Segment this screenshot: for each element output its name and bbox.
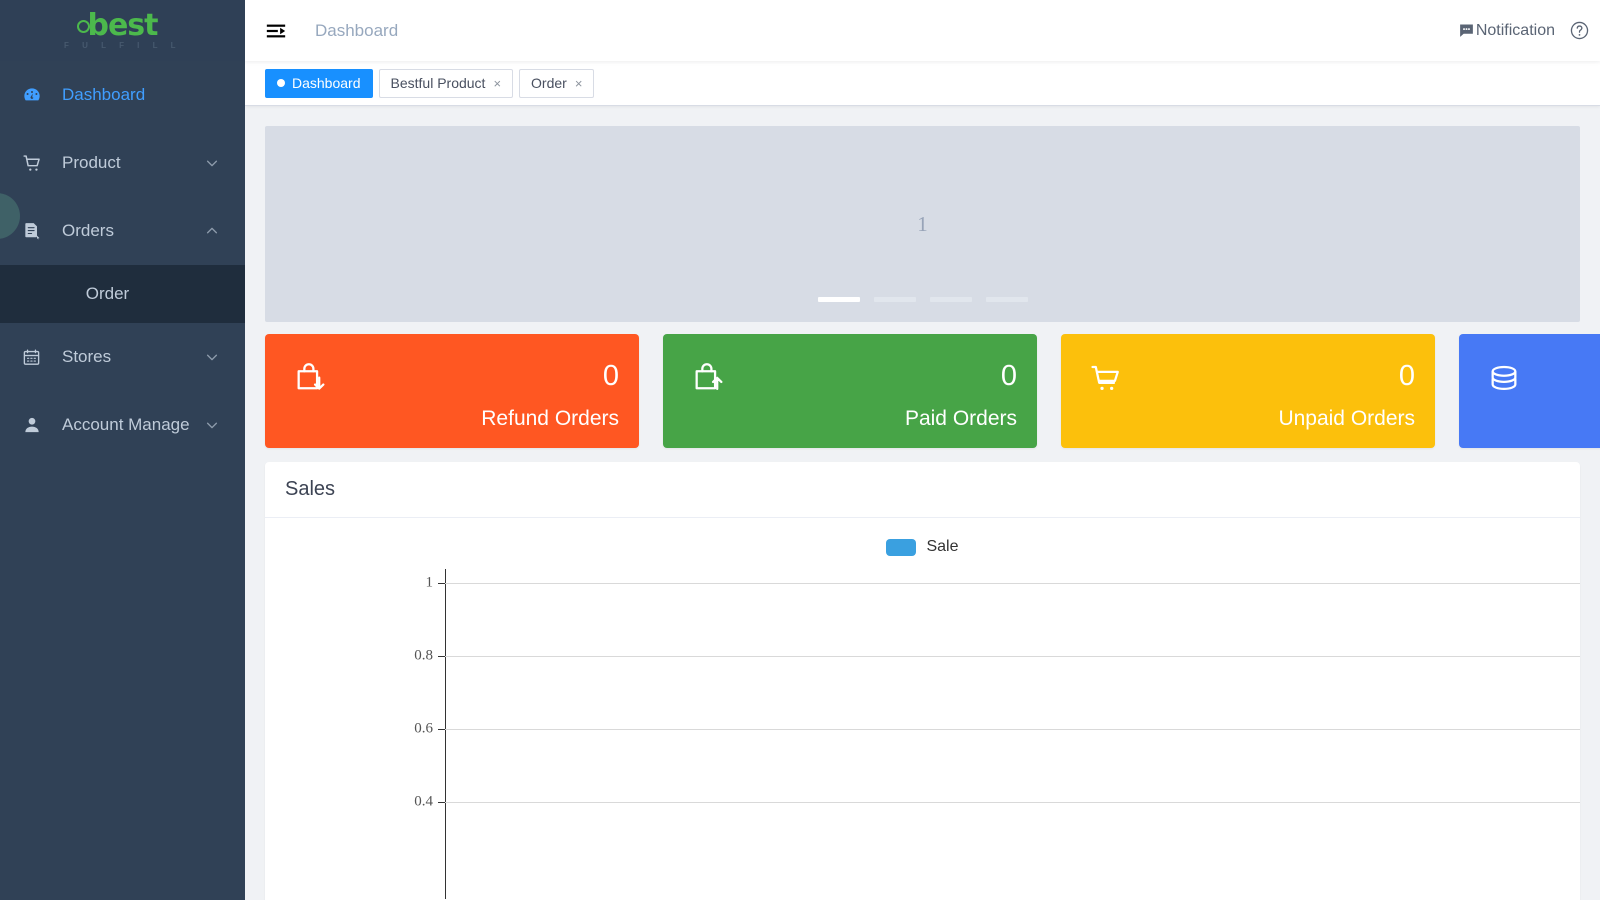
- tab-label: Bestful Product: [390, 75, 486, 91]
- navbar-right-actions: Notification: [1458, 20, 1600, 41]
- stat-card-unpaid-orders[interactable]: 0 Unpaid Orders: [1061, 334, 1435, 448]
- y-gridline-row: 1: [265, 575, 1580, 591]
- carousel-slide-number: 1: [917, 211, 928, 236]
- close-icon[interactable]: ×: [575, 76, 583, 91]
- carousel-indicators: [265, 297, 1580, 302]
- page-content: 1 0 Refund Orders 0 Paid Orders 0 Unpaid…: [245, 106, 1600, 900]
- y-tick-label: 0.8: [414, 647, 433, 664]
- sales-chart: Sale 1 0.8 0.6 0.4: [265, 518, 1580, 900]
- stat-card-balance[interactable]: [1459, 334, 1600, 448]
- question-circle-icon[interactable]: [1569, 20, 1590, 41]
- cart-icon: [22, 153, 52, 174]
- sidebar-logo[interactable]: best F U L F I L L: [0, 0, 245, 61]
- carousel-indicator[interactable]: [929, 297, 972, 302]
- y-axis: [445, 569, 446, 899]
- y-gridline-row: 0.6: [265, 721, 1580, 737]
- main-area: Dashboard Notification Dashboard Bestful…: [245, 0, 1600, 900]
- carousel-indicator[interactable]: [817, 297, 860, 302]
- tab-order[interactable]: Order ×: [519, 68, 595, 98]
- gridline: [445, 583, 1580, 584]
- sales-panel-title: Sales: [265, 462, 1580, 518]
- y-tick-label: 0.4: [414, 793, 433, 810]
- tab-bestful-product[interactable]: Bestful Product ×: [378, 68, 514, 98]
- coins-stack-icon: [1487, 362, 1521, 401]
- gridline: [445, 802, 1580, 803]
- stat-card-label: Refund Orders: [481, 407, 619, 430]
- stat-card-refund-orders[interactable]: 0 Refund Orders: [265, 334, 639, 448]
- message-icon: [1458, 22, 1475, 39]
- chart-plot-area: 1 0.8 0.6 0.4: [265, 569, 1580, 899]
- stat-card-label: Paid Orders: [904, 407, 1017, 430]
- stat-card-value: 0: [602, 360, 619, 392]
- sidebar-subitem-label: Order: [85, 284, 130, 303]
- chart-legend: Sale: [265, 518, 1580, 556]
- sidebar-item-label: Orders: [62, 221, 114, 240]
- stat-card-paid-orders[interactable]: 0 Paid Orders: [663, 334, 1037, 448]
- carousel-banner[interactable]: 1: [265, 126, 1580, 322]
- close-icon[interactable]: ×: [493, 76, 501, 91]
- stat-card-value: 0: [1398, 360, 1415, 392]
- sidebar-menu: Dashboard Product Orders Order Stores Ac…: [0, 61, 245, 459]
- chevron-down-icon: [205, 350, 219, 364]
- logo-mark: best F U L F I L L: [64, 11, 181, 50]
- sidebar-subitem-order[interactable]: Order: [0, 265, 245, 323]
- chevron-down-icon: [205, 418, 219, 432]
- chevron-up-icon: [205, 224, 219, 238]
- bag-upload-icon: [691, 362, 725, 401]
- tab-dashboard[interactable]: Dashboard: [265, 68, 373, 98]
- stat-cards-row: 0 Refund Orders 0 Paid Orders 0 Unpaid O…: [265, 334, 1600, 448]
- shopping-cart-icon: [1089, 362, 1123, 401]
- y-tick-label: 1: [425, 574, 434, 591]
- logo-ring-icon: [77, 20, 90, 33]
- legend-label: Sale: [926, 538, 959, 555]
- user-icon: [22, 415, 52, 435]
- gridline: [445, 729, 1580, 730]
- sidebar: best F U L F I L L Dashboard Product Ord…: [0, 0, 245, 900]
- top-navbar: Dashboard Notification: [245, 0, 1600, 61]
- breadcrumb[interactable]: Dashboard: [315, 21, 398, 41]
- sidebar-item-label: Product: [62, 153, 121, 172]
- notification-button[interactable]: Notification: [1458, 22, 1555, 40]
- sidebar-item-label: Dashboard: [62, 85, 146, 104]
- legend-swatch[interactable]: [886, 538, 917, 556]
- carousel-indicator[interactable]: [873, 297, 916, 302]
- sidebar-item-stores[interactable]: Stores: [0, 323, 245, 391]
- app-root: best F U L F I L L Dashboard Product Ord…: [0, 0, 1600, 900]
- sidebar-item-label: Account Manage: [62, 415, 190, 434]
- sales-panel: Sales Sale 1 0.8 0.6 0.4: [265, 462, 1580, 900]
- dashboard-icon: [22, 85, 52, 105]
- calendar-icon: [22, 348, 52, 367]
- bag-download-icon: [293, 362, 327, 401]
- carousel-indicator[interactable]: [985, 297, 1028, 302]
- menu-fold-icon[interactable]: [265, 20, 287, 42]
- logo-subtitle: F U L F I L L: [64, 41, 181, 50]
- tab-label: Dashboard: [292, 75, 361, 91]
- chevron-down-icon: [205, 156, 219, 170]
- tab-label: Order: [531, 75, 567, 91]
- y-gridline-row: 0.4: [265, 794, 1580, 810]
- sidebar-item-account-manage[interactable]: Account Manage: [0, 391, 245, 459]
- stat-card-label: Unpaid Orders: [1278, 407, 1415, 430]
- sidebar-item-product[interactable]: Product: [0, 129, 245, 197]
- y-tick-label: 0.6: [414, 720, 433, 737]
- sidebar-item-orders[interactable]: Orders: [0, 197, 245, 265]
- stat-card-value: 0: [1000, 360, 1017, 392]
- gridline: [445, 656, 1580, 657]
- y-gridline-row: 0.8: [265, 648, 1580, 664]
- tab-active-dot-icon: [277, 79, 285, 87]
- document-icon: [22, 221, 52, 241]
- sidebar-item-dashboard[interactable]: Dashboard: [0, 61, 245, 129]
- sidebar-item-label: Stores: [62, 347, 112, 366]
- tabs-bar: Dashboard Bestful Product × Order ×: [245, 61, 1600, 106]
- notification-label: Notification: [1475, 21, 1555, 39]
